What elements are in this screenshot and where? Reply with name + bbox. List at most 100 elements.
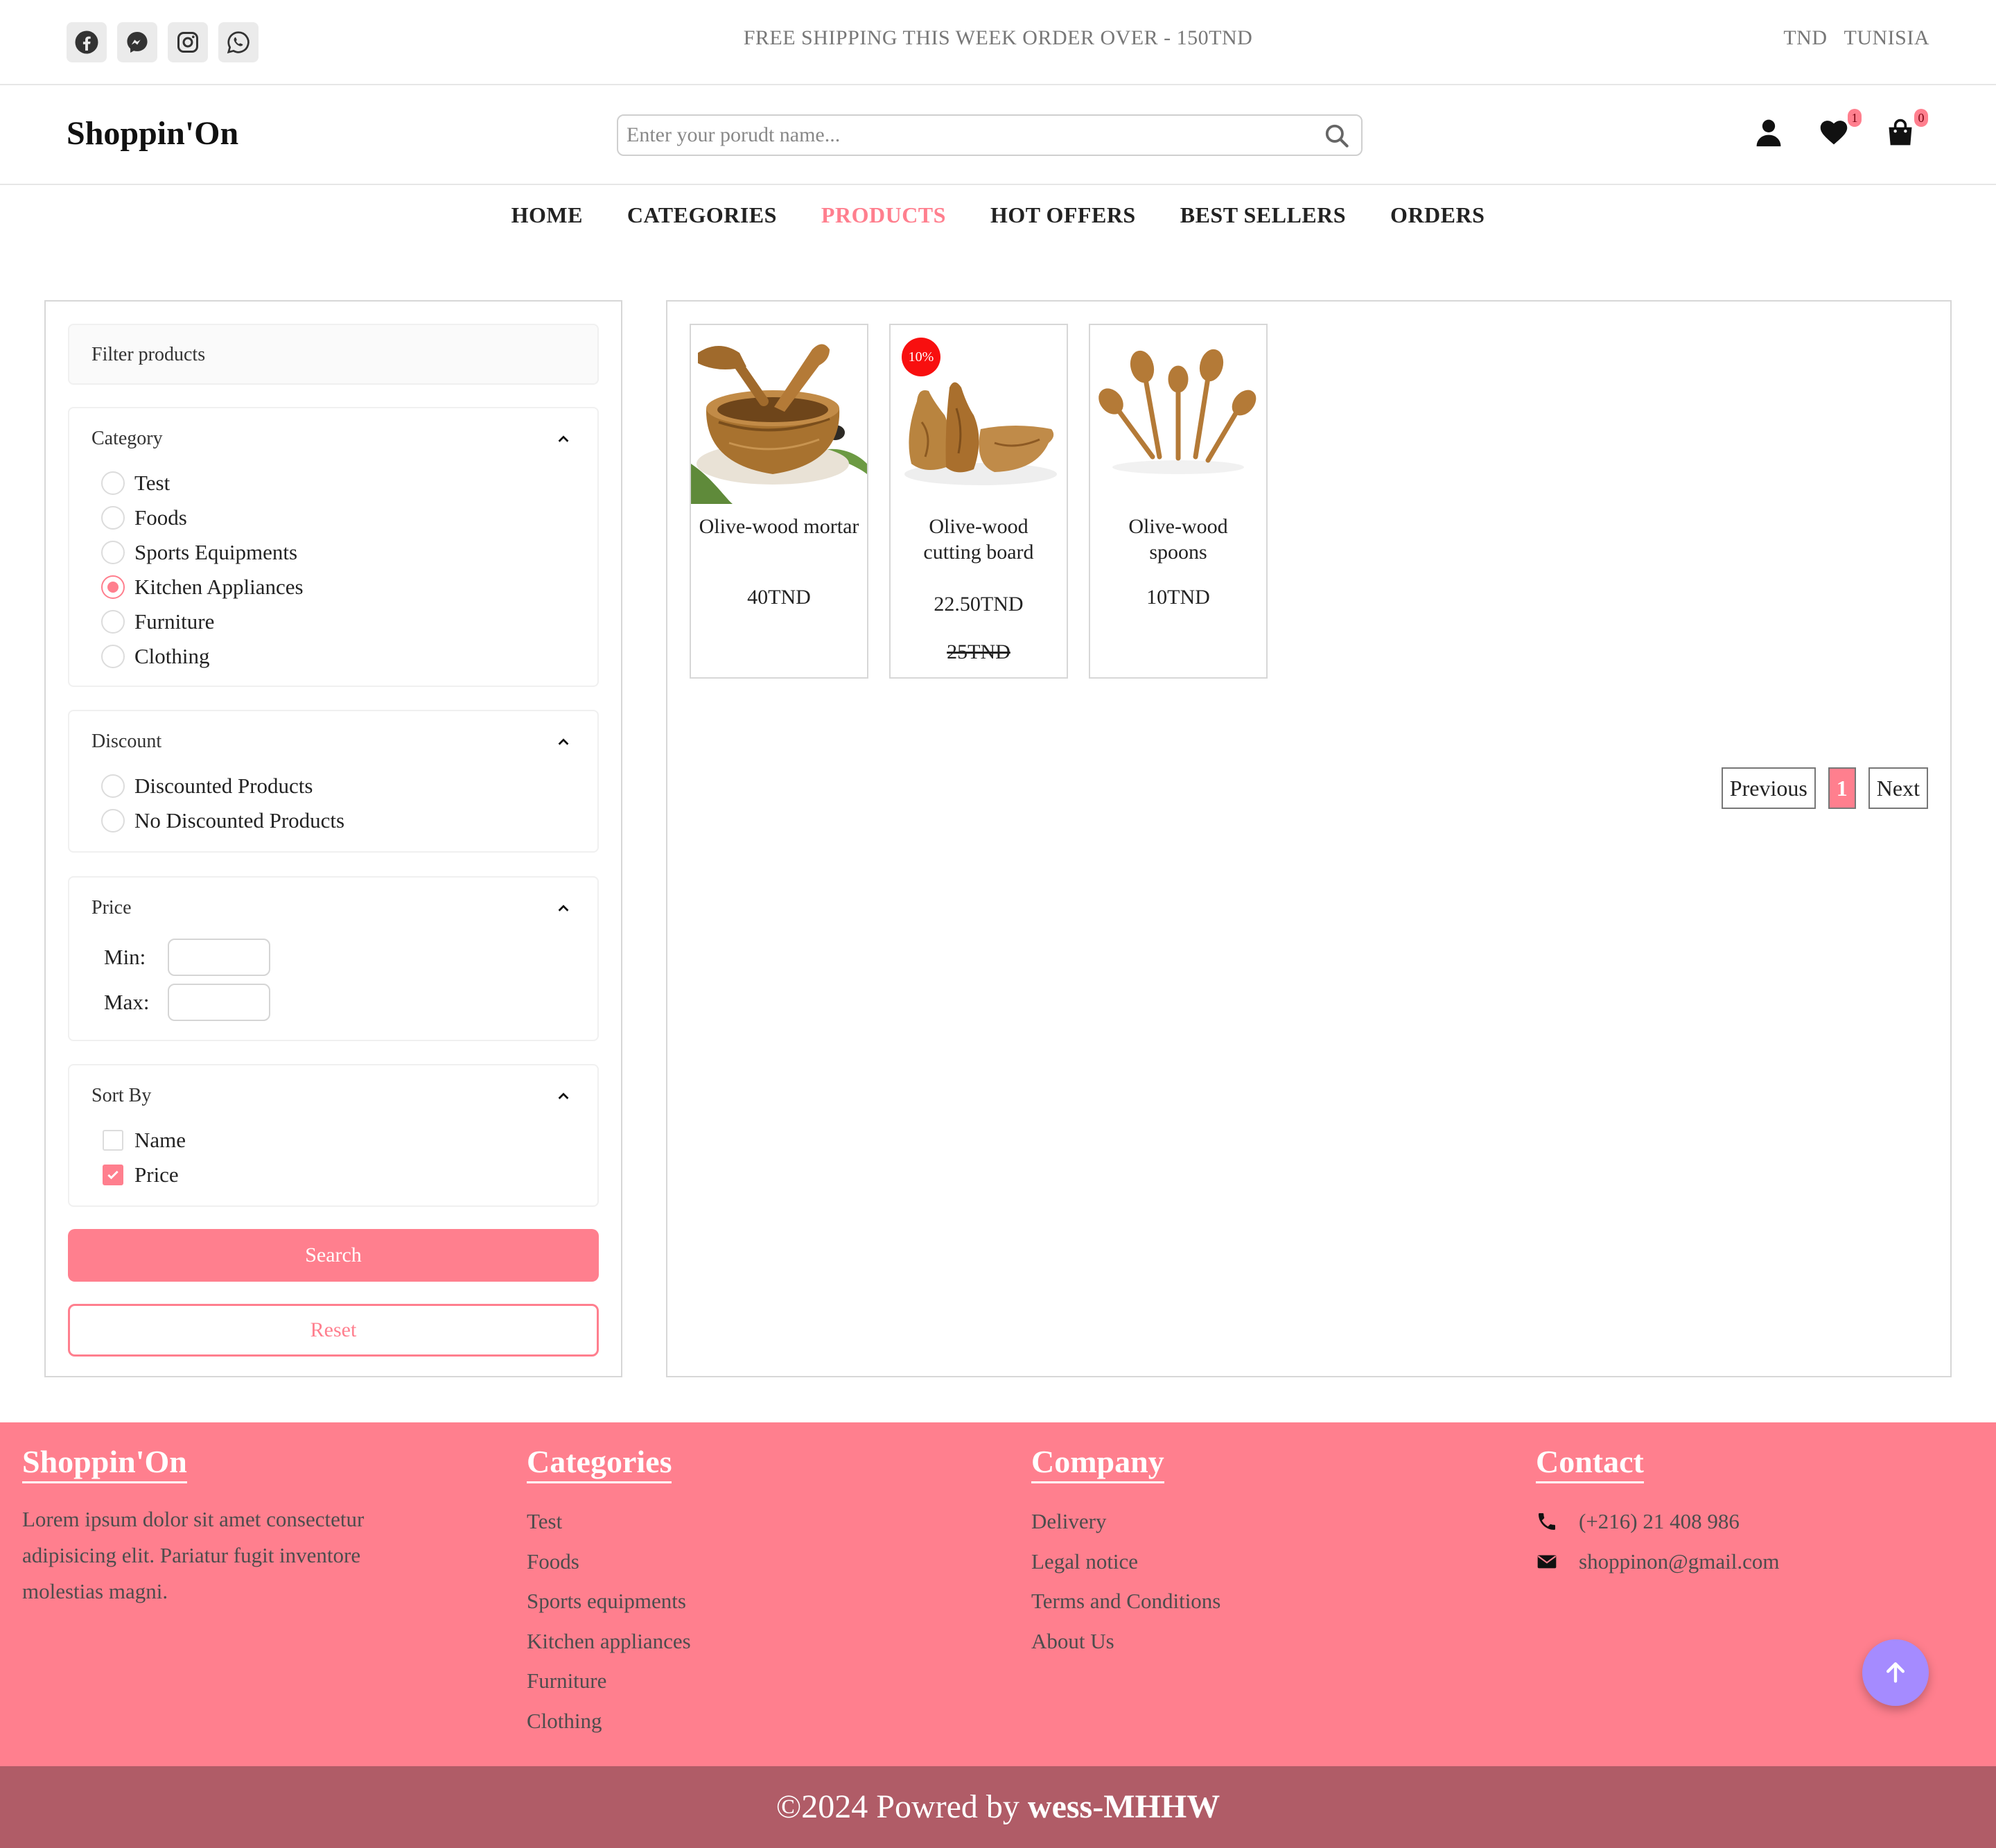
footer-category-link[interactable]: Furniture bbox=[527, 1661, 691, 1701]
discount-option-discounted[interactable]: Discounted Products bbox=[101, 774, 313, 799]
search-button[interactable]: Search bbox=[68, 1229, 599, 1282]
footer-company-link[interactable]: Delivery bbox=[1031, 1501, 1220, 1542]
product-price: 40TND bbox=[747, 586, 811, 609]
discount-heading[interactable]: Discount bbox=[91, 731, 161, 753]
category-option-kitchen[interactable]: Kitchen Appliances bbox=[101, 575, 304, 600]
footer-category-link[interactable]: Sports equipments bbox=[527, 1581, 691, 1621]
filter-panel: Filter products Category Test Foods Spor… bbox=[44, 300, 622, 1377]
product-image[interactable] bbox=[691, 325, 867, 504]
reset-button[interactable]: Reset bbox=[68, 1304, 599, 1357]
chevron-up-icon[interactable] bbox=[556, 1089, 571, 1104]
category-option-foods[interactable]: Foods bbox=[101, 505, 187, 530]
radio-button[interactable] bbox=[101, 645, 125, 668]
search-bar bbox=[617, 114, 1363, 156]
page-number-button[interactable]: 1 bbox=[1828, 767, 1856, 809]
category-option-sports[interactable]: Sports Equipments bbox=[101, 540, 297, 565]
category-option-label: Kitchen Appliances bbox=[134, 575, 304, 599]
next-page-button[interactable]: Next bbox=[1868, 767, 1928, 809]
phone-icon bbox=[1539, 1513, 1555, 1530]
scroll-to-top-button[interactable] bbox=[1862, 1639, 1929, 1706]
category-option-furniture[interactable]: Furniture bbox=[101, 609, 214, 634]
max-price-input[interactable] bbox=[168, 984, 270, 1021]
product-card[interactable]: Olive-wood mortar 40TND bbox=[690, 324, 868, 679]
footer-category-link[interactable]: Foods bbox=[527, 1542, 691, 1582]
footer-brand: Shoppin'On bbox=[22, 1443, 187, 1483]
footer-categories-column: Categories Test Foods Sports equipments … bbox=[527, 1443, 691, 1741]
locale-selector[interactable]: TND TUNISIA bbox=[1783, 26, 1929, 50]
nav-products[interactable]: PRODUCTS bbox=[821, 202, 946, 228]
sort-option-price[interactable]: Price bbox=[101, 1162, 179, 1187]
nav-hot-offers[interactable]: HOT OFFERS bbox=[990, 202, 1136, 228]
discount-badge: 10% bbox=[902, 338, 940, 376]
cart-button[interactable]: 0 bbox=[1885, 109, 1928, 152]
country-label[interactable]: TUNISIA bbox=[1844, 26, 1930, 49]
footer-company-link[interactable]: Legal notice bbox=[1031, 1542, 1220, 1582]
radio-button[interactable] bbox=[101, 506, 125, 530]
discount-option-no-discount[interactable]: No Discounted Products bbox=[101, 808, 344, 833]
nav-orders[interactable]: ORDERS bbox=[1390, 202, 1485, 228]
price-filter: Price Min: Max: bbox=[68, 876, 599, 1041]
category-option-clothing[interactable]: Clothing bbox=[101, 644, 210, 669]
checkbox-checked[interactable] bbox=[103, 1165, 123, 1185]
checkbox[interactable] bbox=[103, 1130, 123, 1151]
footer-category-link[interactable]: Kitchen appliances bbox=[527, 1621, 691, 1662]
top-bar: FREE SHIPPING THIS WEEK ORDER OVER - 150… bbox=[0, 0, 1996, 85]
search-input[interactable] bbox=[618, 116, 1311, 155]
category-option-test[interactable]: Test bbox=[101, 471, 170, 496]
main-nav: HOME CATEGORIES PRODUCTS HOT OFFERS BEST… bbox=[0, 202, 1996, 228]
facebook-icon bbox=[75, 30, 98, 54]
category-option-label: Furniture bbox=[134, 609, 215, 634]
radio-button-selected[interactable] bbox=[101, 575, 125, 599]
product-old-price: 25TND bbox=[947, 640, 1010, 663]
sort-heading[interactable]: Sort By bbox=[91, 1085, 151, 1107]
nav-categories[interactable]: CATEGORIES bbox=[627, 202, 777, 228]
discount-option-label: No Discounted Products bbox=[134, 808, 345, 833]
nav-home[interactable]: HOME bbox=[511, 202, 583, 228]
wishlist-button[interactable]: 1 bbox=[1819, 109, 1862, 152]
radio-button[interactable] bbox=[101, 471, 125, 495]
facebook-link[interactable] bbox=[67, 22, 107, 62]
footer-company-link[interactable]: Terms and Conditions bbox=[1031, 1581, 1220, 1621]
footer-categories-title: Categories bbox=[527, 1443, 672, 1483]
radio-button[interactable] bbox=[101, 610, 125, 634]
messenger-link[interactable] bbox=[117, 22, 157, 62]
messenger-icon bbox=[127, 32, 148, 53]
instagram-icon bbox=[177, 32, 198, 53]
product-price: 22.50TND bbox=[934, 593, 1024, 616]
sort-option-name[interactable]: Name bbox=[101, 1128, 186, 1153]
account-button[interactable] bbox=[1753, 113, 1787, 152]
cart-count-badge: 0 bbox=[1914, 109, 1928, 127]
brand-logo[interactable]: Shoppin'On bbox=[67, 114, 238, 152]
footer-category-link[interactable]: Test bbox=[527, 1501, 691, 1542]
product-name[interactable]: Olive-wood spoons bbox=[1097, 514, 1259, 565]
radio-button[interactable] bbox=[101, 774, 125, 798]
copyright-author[interactable]: wess-MHHW bbox=[1028, 1788, 1220, 1825]
envelope-icon bbox=[1537, 1555, 1557, 1569]
contact-phone[interactable]: (+216) 21 408 986 bbox=[1536, 1501, 1779, 1542]
min-price-input[interactable] bbox=[168, 939, 270, 976]
previous-page-button[interactable]: Previous bbox=[1721, 767, 1816, 809]
radio-button[interactable] bbox=[101, 541, 125, 564]
product-card[interactable]: Olive-wood spoons 10TND bbox=[1089, 324, 1268, 679]
chevron-up-icon[interactable] bbox=[556, 735, 571, 750]
product-card[interactable]: 10% Olive-wood cutting board 22.50TND 25… bbox=[889, 324, 1068, 679]
footer-category-link[interactable]: Clothing bbox=[527, 1701, 691, 1741]
nav-best-sellers[interactable]: BEST SELLERS bbox=[1180, 202, 1346, 228]
category-heading[interactable]: Category bbox=[91, 428, 163, 450]
instagram-link[interactable] bbox=[168, 22, 208, 62]
chevron-up-icon[interactable] bbox=[556, 901, 571, 916]
chevron-up-icon[interactable] bbox=[556, 432, 571, 447]
price-heading[interactable]: Price bbox=[91, 897, 132, 919]
product-name[interactable]: Olive-wood mortar bbox=[698, 514, 860, 539]
site-header: Shoppin'On 1 0 bbox=[0, 85, 1996, 185]
category-option-label: Test bbox=[134, 471, 170, 495]
pagination: Previous 1 Next bbox=[1721, 767, 1928, 809]
whatsapp-link[interactable] bbox=[218, 22, 259, 62]
contact-email[interactable]: shoppinon@gmail.com bbox=[1536, 1542, 1779, 1582]
radio-button[interactable] bbox=[101, 809, 125, 833]
search-icon[interactable] bbox=[1324, 123, 1350, 149]
product-image[interactable] bbox=[1090, 325, 1266, 504]
product-name[interactable]: Olive-wood cutting board bbox=[898, 514, 1060, 565]
footer-company-link[interactable]: About Us bbox=[1031, 1621, 1220, 1662]
currency-label[interactable]: TND bbox=[1783, 26, 1827, 49]
